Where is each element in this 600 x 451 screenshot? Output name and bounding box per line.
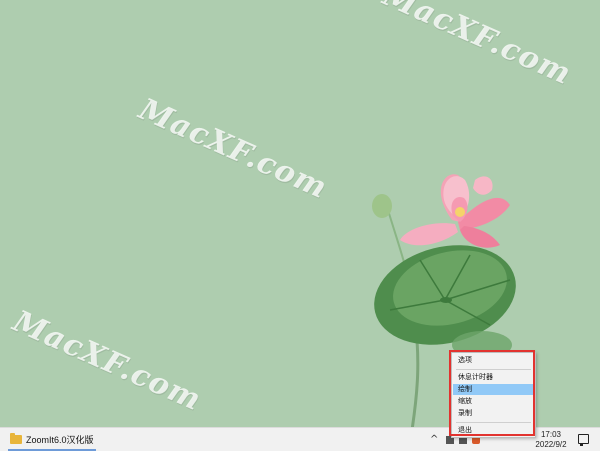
clock-time: 17:03	[540, 430, 562, 439]
notifications-icon[interactable]	[578, 434, 589, 446]
folder-icon	[10, 433, 22, 444]
show-hidden-icons-chevron-icon[interactable]: ^	[430, 428, 438, 451]
watermark-text: MacXF.com	[133, 92, 333, 207]
clock-date: 2022/9/2	[535, 440, 567, 449]
taskbar-app-label: ZoomIt6.0汉化版	[26, 435, 94, 445]
taskbar-app-zoomit[interactable]: ZoomIt6.0汉化版	[4, 428, 100, 451]
annotation-highlight-box	[449, 350, 535, 436]
taskbar-clock[interactable]: 17:03 2022/9/2	[530, 430, 572, 450]
watermark-text: MacXF.com	[7, 304, 207, 419]
watermark-text: MacXF.com	[377, 0, 577, 93]
